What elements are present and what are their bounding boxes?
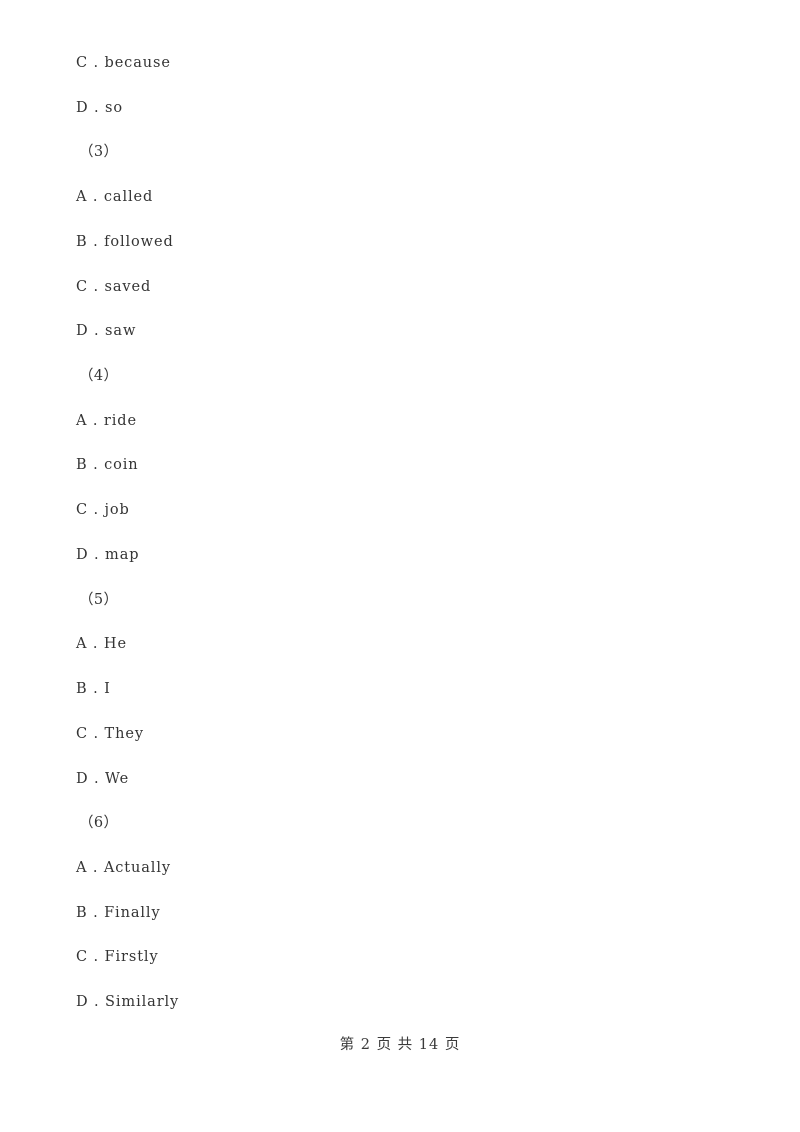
document-page: C . because D . so （3） A . called B . fo…	[0, 0, 800, 1132]
page-footer: 第 2 页 共 14 页	[339, 1037, 461, 1053]
answer-option[interactable]: B . followed	[76, 231, 736, 276]
answer-option[interactable]: C . saved	[76, 276, 736, 321]
answer-option[interactable]: A . ride	[76, 410, 736, 455]
answer-option[interactable]: D . so	[76, 97, 736, 142]
answer-option[interactable]: C . They	[76, 723, 736, 768]
question-number: （5）	[79, 591, 119, 608]
answer-option[interactable]: A . called	[76, 186, 736, 231]
answer-option[interactable]: D . We	[76, 768, 736, 813]
answer-option[interactable]: D . map	[76, 544, 736, 589]
answer-option[interactable]: B . Finally	[76, 902, 736, 947]
question-list: C . because D . so （3） A . called B . fo…	[76, 52, 736, 1036]
answer-option[interactable]: A . He	[76, 633, 736, 678]
answer-option[interactable]: C . because	[76, 52, 736, 97]
answer-option[interactable]: D . saw	[76, 320, 736, 365]
answer-option[interactable]: A . Actually	[76, 857, 736, 902]
answer-option[interactable]: D . Similarly	[76, 991, 736, 1036]
question-number: （6）	[79, 815, 119, 832]
answer-option[interactable]: B . I	[76, 678, 736, 723]
answer-option[interactable]: B . coin	[76, 454, 736, 499]
question-number: （4）	[79, 368, 119, 385]
question-number: （3）	[79, 144, 119, 161]
answer-option[interactable]: C . job	[76, 499, 736, 544]
answer-option[interactable]: C . Firstly	[76, 946, 736, 991]
